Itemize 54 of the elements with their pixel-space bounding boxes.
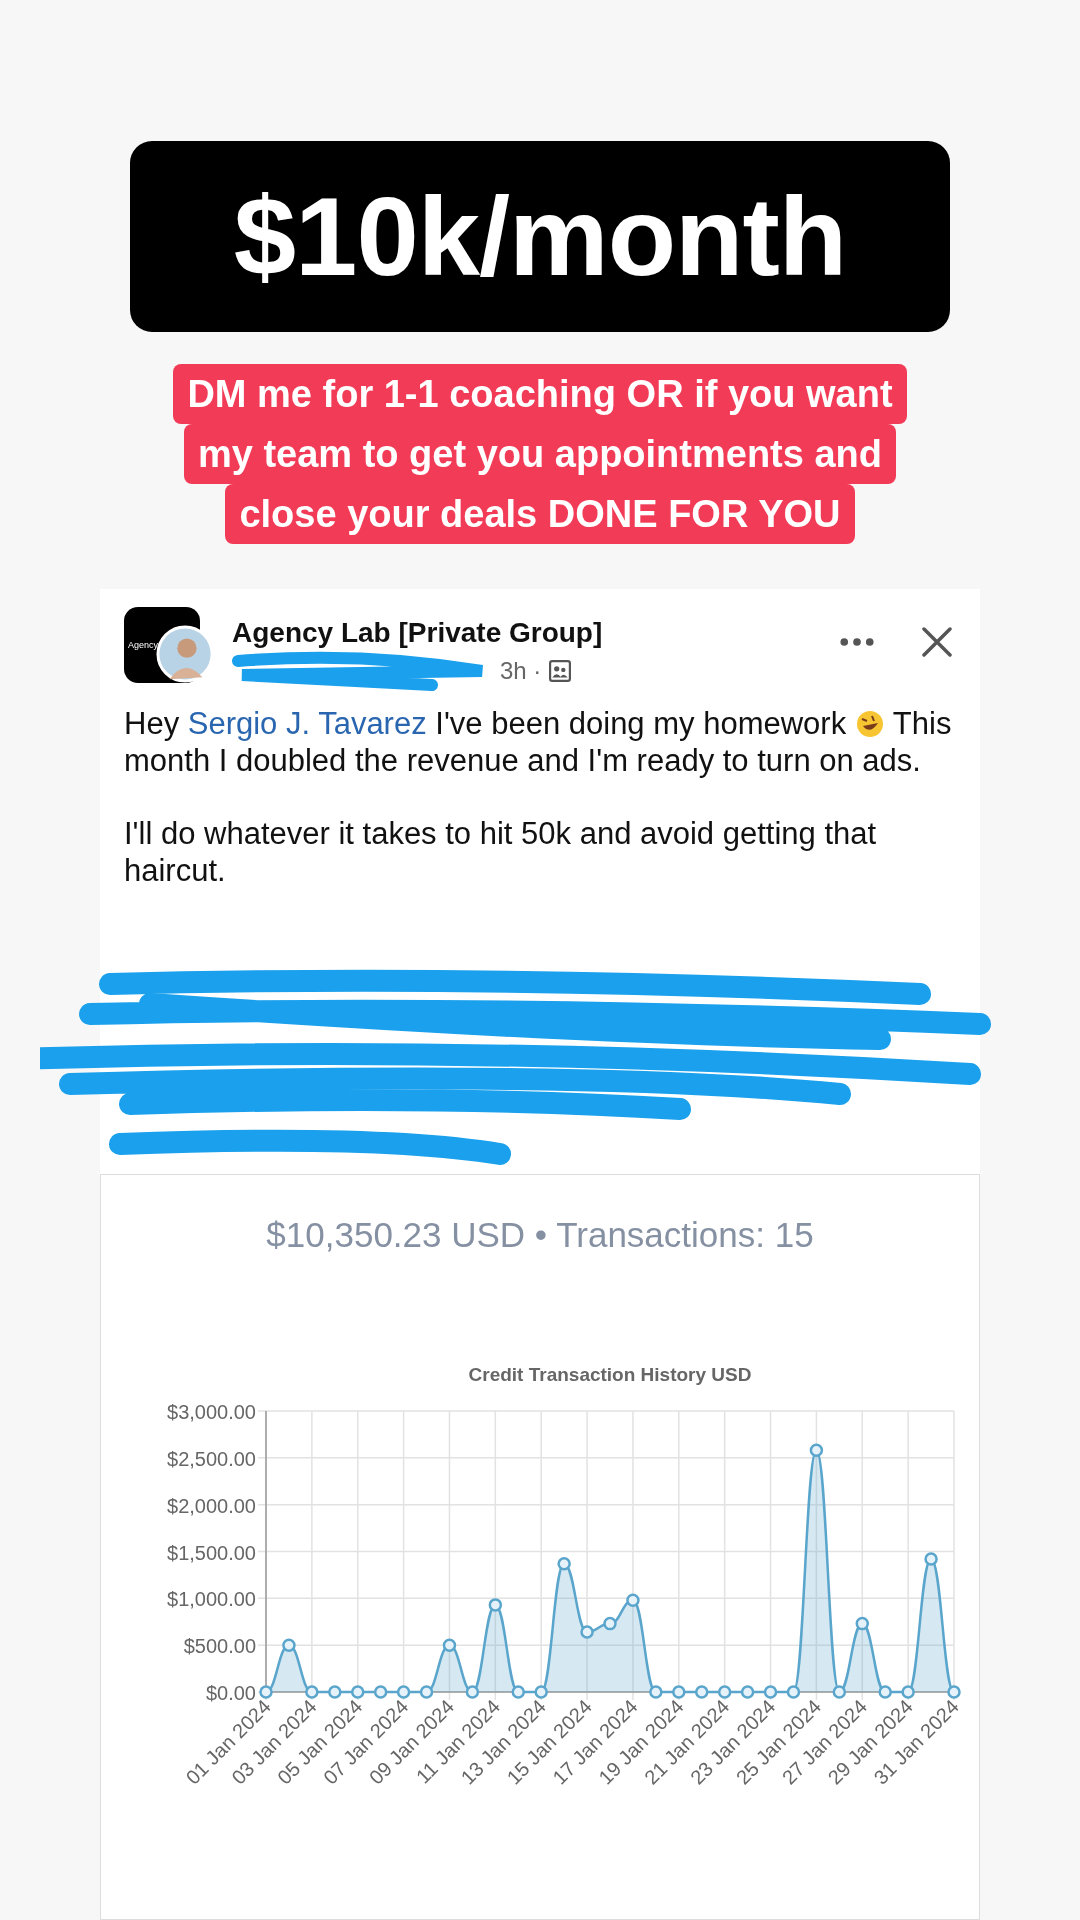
data-point	[855, 1616, 869, 1631]
data-point	[258, 1685, 273, 1699]
post-text: I'll do whatever it takes to hit 50k and avoid getting that haircut.	[124, 815, 878, 889]
axis-label: $1,500.00	[166, 1541, 256, 1564]
data-point	[602, 1616, 617, 1631]
callout-banner: close your deals DONE FOR YOU	[225, 484, 855, 544]
data-point	[671, 1685, 686, 1699]
group-icon	[549, 660, 572, 682]
callout-banner: my team to get you appointments and	[183, 424, 897, 484]
profile-avatar	[156, 625, 214, 683]
axis-label: $500.00	[183, 1635, 256, 1658]
axis-label: $3,000.00	[166, 1401, 256, 1423]
data-point	[350, 1685, 364, 1699]
laughing-emoji-icon	[854, 709, 885, 739]
data-point	[648, 1685, 663, 1699]
data-point	[533, 1685, 548, 1699]
data-point	[556, 1556, 571, 1571]
post-time: 3h ·	[500, 657, 542, 685]
axis-label: $2,000.00	[166, 1494, 256, 1517]
data-point	[809, 1443, 823, 1458]
headline-banner: $10k/month	[130, 141, 950, 332]
data-point	[923, 1552, 938, 1566]
data-point	[694, 1685, 708, 1699]
data-point	[832, 1685, 846, 1699]
data-point	[786, 1685, 800, 1699]
data-point	[281, 1638, 296, 1652]
data-point	[442, 1638, 456, 1652]
axis-label: $1,000.00	[166, 1588, 256, 1611]
summary-text: $10,350.23 USD • Transactions: 15	[265, 1215, 815, 1255]
post-text: Hey Sergio J. Tavarez I've been doing my homework This month I doubled the revenue and I'm ready to turn on ads.	[124, 705, 953, 779]
mention-link[interactable]: Sergio J. Tavarez	[187, 706, 427, 741]
data-point	[396, 1685, 410, 1699]
chart-title: Credit Transaction History USD	[468, 1364, 751, 1385]
data-point	[373, 1685, 387, 1699]
data-point	[763, 1685, 777, 1699]
data-point	[625, 1593, 640, 1607]
data-point	[419, 1685, 433, 1699]
data-point	[740, 1685, 754, 1699]
data-point	[946, 1685, 961, 1699]
axis-label: $2,500.00	[166, 1447, 256, 1470]
data-point	[900, 1685, 915, 1699]
data-point	[579, 1625, 594, 1639]
data-point	[877, 1685, 892, 1699]
data-point	[488, 1598, 502, 1612]
data-point	[304, 1685, 319, 1699]
data-point	[327, 1685, 342, 1699]
close-icon[interactable]	[922, 627, 952, 657]
callout-banner: DM me for 1-1 coaching OR if you want	[173, 364, 907, 424]
data-point	[511, 1685, 525, 1699]
axis-label: $0.00	[205, 1682, 256, 1704]
data-point	[717, 1685, 731, 1699]
data-point	[465, 1685, 479, 1699]
more-icon[interactable]	[840, 637, 874, 647]
group-name[interactable]: Agency Lab [Private Group]	[232, 617, 822, 649]
